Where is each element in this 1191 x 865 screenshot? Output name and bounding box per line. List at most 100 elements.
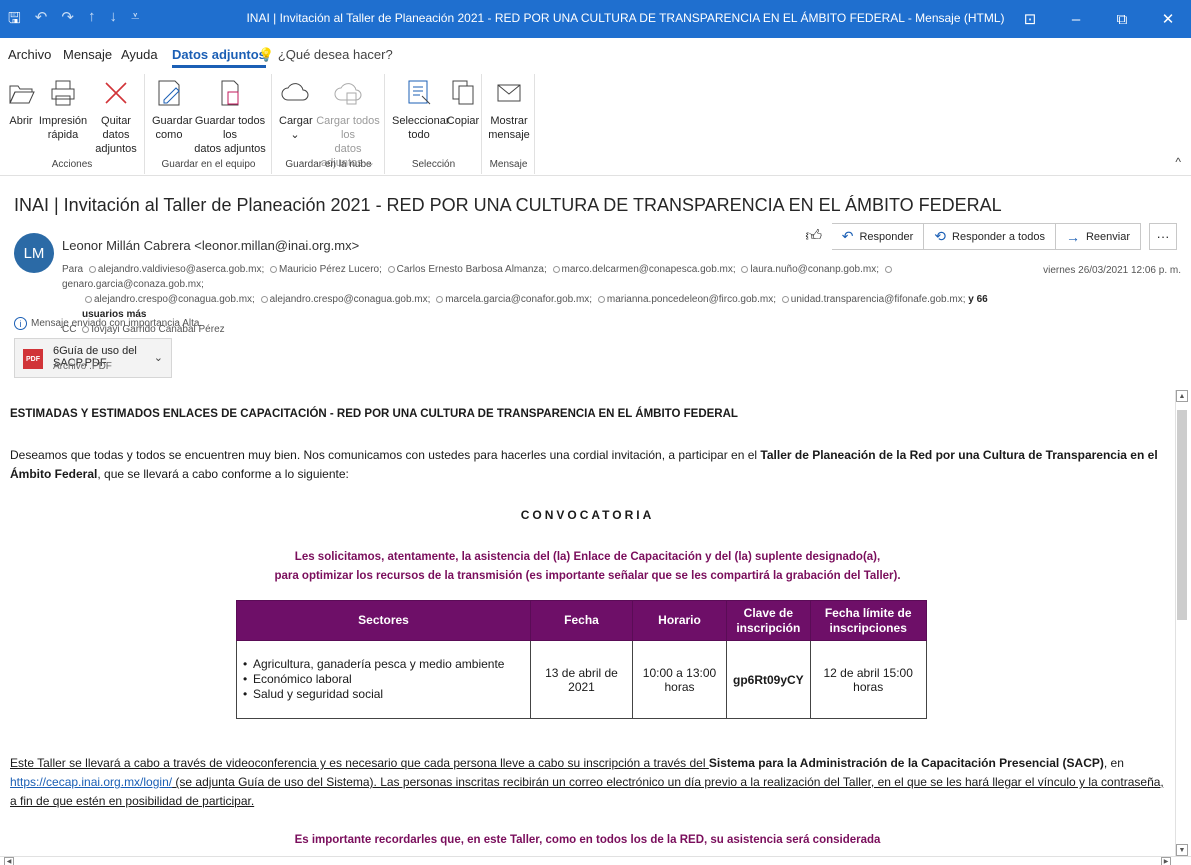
- sacp-link[interactable]: https://cecap.inai.org.mx/login/: [10, 775, 172, 789]
- recipient[interactable]: marcela.garcia@conafor.gob.mx;: [445, 294, 592, 305]
- vertical-scrollbar[interactable]: ▲ ▼: [1175, 390, 1188, 856]
- p2-text-3: (se adjunta Guía de uso del Sistema). La…: [10, 775, 1164, 808]
- close-button[interactable]: ✕: [1145, 0, 1191, 38]
- group-label-mensaje: Mensaje: [489, 159, 528, 170]
- recipient[interactable]: laura.nuño@conanp.gob.mx;: [750, 264, 879, 275]
- scroll-up-icon[interactable]: ▲: [1176, 390, 1188, 402]
- message-subject: INAI | Invitación al Taller de Planeació…: [14, 195, 1002, 215]
- upload-all-label-1: Cargar todos los: [316, 115, 380, 141]
- date-cell: 13 de abril de 2021: [530, 640, 633, 719]
- quick-print-button[interactable]: Impresión rápida: [38, 78, 88, 142]
- attachment-card[interactable]: PDF 6Guía de uso del SACP.PDF Archivo .P…: [14, 338, 172, 378]
- attachment-type: Archivo .PDF: [53, 361, 112, 372]
- tell-me-text: ¿Qué desea hacer?: [277, 47, 393, 62]
- save-all-label-2: datos adjuntos: [194, 143, 266, 155]
- recipient[interactable]: alejandro.valdivieso@aserca.gob.mx;: [98, 264, 264, 275]
- recipient[interactable]: genaro.garcia@conaza.gob.mx;: [62, 279, 204, 290]
- tab-ayuda[interactable]: Ayuda: [121, 47, 158, 62]
- window-controls: ⊡ – ⧉ ✕: [1007, 0, 1191, 38]
- to-label: Para: [62, 264, 84, 275]
- presence-icon: [781, 295, 789, 303]
- reply-all-label: Responder a todos: [952, 230, 1045, 243]
- ribbon-display-icon[interactable]: ⊡: [1007, 0, 1053, 38]
- recipient[interactable]: Carlos Ernesto Barbosa Almanza;: [397, 264, 547, 275]
- cc-line: CC Iovjayi Garrido Canabal Pérez: [62, 322, 1002, 337]
- ribbon-tabs: Archivo Mensaje Ayuda Datos adjuntos 💡 ¿…: [0, 38, 1191, 68]
- presence-icon: [436, 295, 444, 303]
- time-cell: 10:00 a 13:00 horas: [632, 640, 727, 719]
- scroll-right-icon[interactable]: ▶: [1161, 857, 1171, 865]
- body-paragraph-2: Este Taller se llevará a cabo a través d…: [10, 754, 1172, 811]
- deadline-cell: 12 de abril 15:00 horas: [809, 640, 927, 719]
- sent-date: viernes 26/03/2021 12:06 p. m.: [1043, 265, 1181, 276]
- save-as-label-1: Guardar: [152, 115, 193, 127]
- tab-datos-adjuntos[interactable]: Datos adjuntos: [172, 47, 266, 68]
- scroll-down-icon[interactable]: ▼: [1176, 844, 1188, 856]
- sender[interactable]: Leonor Millán Cabrera <leonor.millan@ina…: [62, 238, 359, 253]
- reply-button[interactable]: ↶ Responder: [831, 223, 925, 250]
- remove-attachment-button[interactable]: Quitar datos adjuntos: [88, 78, 144, 156]
- horizontal-scrollbar[interactable]: ◀ ▶: [0, 856, 1191, 865]
- forward-button[interactable]: → Reenviar: [1055, 223, 1141, 250]
- forward-label: Reenviar: [1085, 230, 1130, 243]
- group-guardar-nube: Cargar ⌄ Cargar todos los datos adjuntos ⌄…: [273, 74, 385, 174]
- save-as-icon: [158, 80, 180, 106]
- presence-icon: [597, 295, 605, 303]
- forward-icon: →: [1065, 228, 1080, 245]
- select-all-label-1: Seleccionar: [392, 115, 450, 127]
- save-as-button[interactable]: Guardar como: [152, 78, 192, 142]
- collapse-ribbon-icon[interactable]: ^: [1175, 155, 1181, 169]
- request-text: Les solicitamos, atentamente, la asisten…: [0, 548, 1175, 586]
- tell-me-box[interactable]: 💡 ¿Qué desea hacer?: [258, 47, 393, 63]
- select-all-button[interactable]: Seleccionar todo: [392, 78, 450, 142]
- upload-button[interactable]: Cargar ⌄: [279, 78, 313, 142]
- tab-archivo[interactable]: Archivo: [8, 47, 51, 62]
- tab-mensaje[interactable]: Mensaje: [63, 47, 112, 62]
- pdf-file-icon: PDF: [23, 349, 43, 369]
- show-message-label-2: mensaje: [488, 129, 530, 141]
- scroll-thumb[interactable]: [1177, 410, 1187, 620]
- recipient[interactable]: Mauricio Pérez Lucero;: [279, 264, 382, 275]
- select-all-label-2: todo: [408, 129, 430, 141]
- group-seleccion: Seleccionar todo Copiar Selección: [386, 74, 482, 174]
- recipient[interactable]: marianna.poncedeleon@firco.gob.mx;: [607, 294, 776, 305]
- reply-all-button[interactable]: ⟲ Responder a todos: [924, 223, 1056, 250]
- group-mensaje: Mostrar mensaje Mensaje: [483, 74, 535, 174]
- show-message-label-1: Mostrar: [490, 115, 528, 127]
- more-actions-button[interactable]: ···: [1149, 223, 1177, 250]
- avatar: LM: [14, 233, 54, 273]
- col-header: Horario: [632, 600, 727, 641]
- like-icon[interactable]: 👍︎: [802, 223, 826, 250]
- restore-button[interactable]: ⧉: [1099, 0, 1145, 38]
- minimize-button[interactable]: –: [1053, 0, 1099, 38]
- ribbon: Abrir Impresión rápida Quitar datos adjunt…: [0, 70, 1191, 176]
- presence-icon: [260, 295, 268, 303]
- to-line-2: alejandro.crespo@conagua.gob.mx; alejand…: [62, 292, 1002, 322]
- copy-button[interactable]: Copiar: [446, 78, 480, 128]
- open-button[interactable]: Abrir: [6, 78, 36, 128]
- p2-text-1: Este Taller se llevará a cabo a través d…: [10, 756, 709, 770]
- chevron-down-icon[interactable]: ⌄: [154, 351, 163, 364]
- remove-attachment-label-2: adjuntos: [95, 143, 137, 155]
- upload-label: Cargar: [279, 115, 313, 127]
- recipient[interactable]: alejandro.crespo@conagua.gob.mx;: [94, 294, 255, 305]
- group-label-guardar-nube: Guardar en la nube: [285, 159, 372, 170]
- save-all-attachments-button[interactable]: Guardar todos los datos adjuntos: [188, 78, 272, 156]
- col-header: Sectores: [236, 600, 531, 641]
- intro-text-1: Deseamos que todas y todos se encuentren…: [10, 448, 761, 462]
- final-note: Es importante recordarles que, en este T…: [294, 834, 881, 846]
- col-header: Fecha: [530, 600, 633, 641]
- show-message-button[interactable]: Mostrar mensaje: [487, 78, 531, 142]
- p2-bold: Sistema para la Administración de la Cap…: [708, 756, 1104, 770]
- folder-open-icon: [9, 85, 35, 104]
- scroll-left-icon[interactable]: ◀: [4, 857, 14, 865]
- group-acciones: Abrir Impresión rápida Quitar datos adjunt…: [0, 74, 145, 174]
- reply-all-icon: ⟲: [934, 228, 947, 244]
- save-all-label-1: Guardar todos los: [194, 115, 266, 141]
- recipient[interactable]: marco.delcarmen@conapesca.gob.mx;: [562, 264, 736, 275]
- recipient[interactable]: alejandro.crespo@conagua.gob.mx;: [270, 294, 431, 305]
- reply-label: Responder: [859, 230, 914, 243]
- recipient[interactable]: unidad.transparencia@fifonafe.gob.mx;: [791, 294, 966, 305]
- quick-print-label-2: rápida: [47, 129, 79, 141]
- save-as-label-2: como: [155, 129, 183, 141]
